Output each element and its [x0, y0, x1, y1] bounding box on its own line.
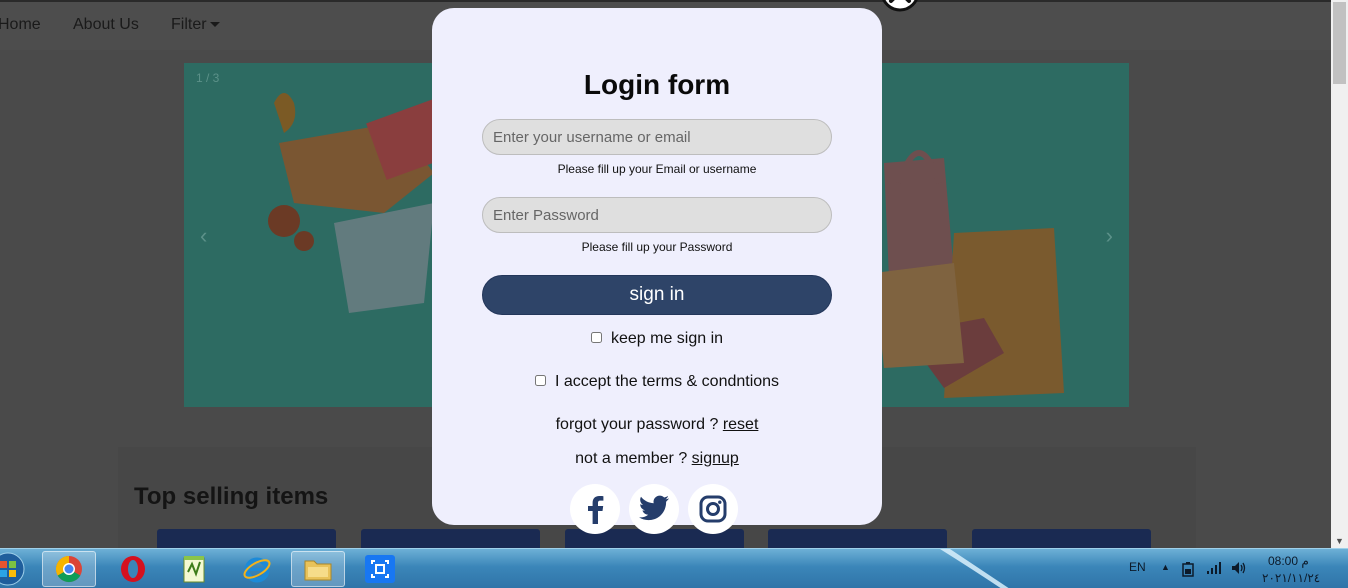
scroll-down-arrow-icon[interactable]: ▼ — [1335, 536, 1344, 546]
login-modal: Login form Please fill up your Email or … — [432, 8, 882, 534]
nav-filter-label: Filter — [171, 16, 207, 33]
terms-checkbox[interactable] — [534, 375, 546, 387]
section-title: Top selling items — [134, 483, 329, 510]
scroll-thumb[interactable] — [1333, 2, 1346, 84]
terms-label: I accept the terms & condntions — [554, 373, 780, 390]
product-card[interactable] — [768, 529, 947, 548]
nav-filter-dropdown[interactable]: Filter — [171, 16, 220, 34]
volume-icon[interactable] — [1230, 560, 1248, 576]
facebook-icon — [588, 496, 604, 524]
instagram-icon — [699, 495, 727, 523]
internet-explorer-icon — [243, 557, 271, 583]
password-input[interactable] — [482, 197, 832, 233]
carousel-next-button[interactable]: › — [1106, 223, 1113, 249]
not-member-text: not a member ? — [575, 450, 688, 467]
facebook-button[interactable] — [570, 484, 620, 534]
vertical-scrollbar[interactable]: ▼ — [1331, 0, 1348, 548]
reset-link[interactable]: reset — [723, 416, 759, 433]
username-hint: Please fill up your Email or username — [557, 162, 757, 176]
twitter-button[interactable] — [629, 484, 679, 534]
language-indicator[interactable]: EN — [1129, 560, 1146, 588]
taskbar-chrome[interactable] — [42, 551, 96, 587]
keep-signed-in-checkbox[interactable] — [590, 332, 602, 344]
forgot-password-row: forgot your password ? reset — [432, 416, 882, 434]
product-card[interactable] — [157, 529, 336, 548]
terms-row: I accept the terms & condntions — [432, 373, 882, 391]
modal-title: Login form — [583, 69, 731, 100]
clock-date[interactable]: ٢٠٢١/١١/٢٤ — [1262, 571, 1320, 585]
forgot-password-text: forgot your password ? — [555, 416, 719, 433]
keep-signed-in-row: keep me sign in — [432, 330, 882, 348]
close-icon — [882, 0, 918, 12]
product-card[interactable] — [361, 529, 540, 548]
nav-about-link[interactable]: About Us — [73, 16, 139, 34]
start-button[interactable] — [0, 551, 28, 587]
twitter-icon — [639, 495, 669, 521]
taskbar-internet-explorer[interactable] — [230, 551, 284, 587]
start-orb-icon — [0, 552, 25, 586]
password-hint: Please fill up your Password — [581, 240, 733, 254]
close-modal-button[interactable] — [879, 0, 921, 18]
battery-icon[interactable] — [1181, 561, 1195, 577]
taskbar-opera[interactable] — [106, 551, 160, 587]
show-hidden-icons-button[interactable]: ▲ — [1161, 562, 1170, 588]
taskbar-snipping-tool[interactable] — [353, 551, 407, 587]
carousel-counter: 1 / 3 — [196, 71, 220, 85]
file-explorer-icon — [304, 560, 332, 581]
carousel-prev-button[interactable]: ‹ — [200, 223, 207, 249]
keep-signed-in-label: keep me sign in — [610, 330, 724, 347]
taskbar-file-explorer[interactable] — [291, 551, 345, 587]
notepad-plus-icon — [183, 556, 205, 583]
windows-taskbar: EN ▲ 08:00 م ٢٠٢١/١١/٢٤ — [0, 548, 1348, 588]
caret-down-icon — [209, 22, 220, 28]
instagram-button[interactable] — [688, 484, 738, 534]
signal-icon[interactable] — [1206, 561, 1222, 575]
signup-row: not a member ? signup — [432, 450, 882, 468]
taskbar-light-streak — [940, 549, 1009, 588]
chrome-icon — [55, 555, 82, 583]
nav-home-link[interactable]: Home — [0, 16, 41, 34]
product-card[interactable] — [972, 529, 1151, 548]
signup-link[interactable]: signup — [692, 450, 739, 467]
username-input[interactable] — [482, 119, 832, 155]
taskbar-notepad-plus[interactable] — [167, 551, 221, 587]
sign-in-button[interactable]: sign in — [482, 275, 832, 315]
snipping-tool-icon — [365, 555, 395, 583]
clock-time[interactable]: 08:00 م — [1268, 554, 1309, 568]
opera-icon — [121, 556, 145, 582]
